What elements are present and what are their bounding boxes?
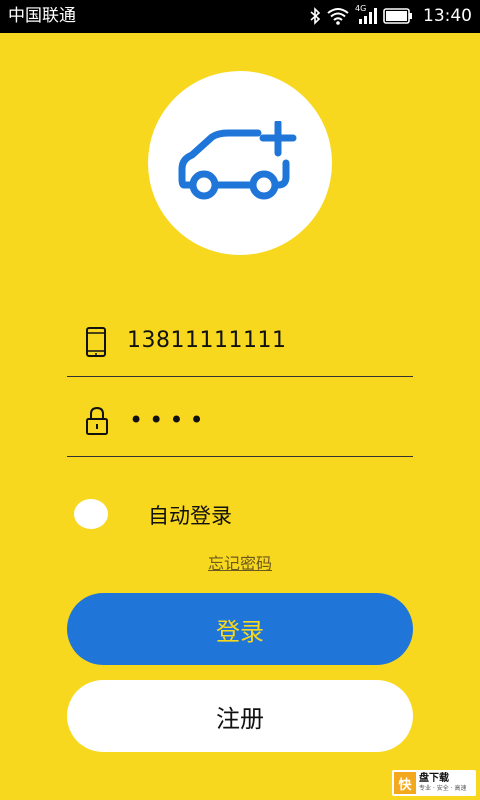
watermark-mark: 快 xyxy=(394,772,416,794)
forgot-password-link[interactable]: 忘记密码 xyxy=(0,550,480,574)
cellular-signal-icon: 4G xyxy=(355,4,377,25)
login-button[interactable]: 登录 xyxy=(67,593,413,665)
battery-icon xyxy=(383,8,413,24)
password-input[interactable]: •••• xyxy=(129,406,210,434)
watermark-title: 盘下载 xyxy=(419,773,449,784)
bluetooth-icon xyxy=(309,7,321,25)
car-plus-icon xyxy=(178,119,302,205)
network-type-label: 4G xyxy=(355,4,367,13)
auto-login-toggle[interactable] xyxy=(74,499,108,529)
lock-icon xyxy=(85,406,109,440)
register-button[interactable]: 注册 xyxy=(67,680,413,752)
status-indicators: 4G 13:40 xyxy=(309,4,472,28)
watermark-subtitle: 专业 · 安全 · 高速 xyxy=(419,785,467,792)
wifi-icon xyxy=(327,7,349,25)
auto-login-label: 自动登录 xyxy=(148,504,232,528)
password-field[interactable]: •••• xyxy=(67,396,413,457)
carrier-name: 中国联通 xyxy=(8,6,76,26)
clock: 13:40 xyxy=(423,6,472,26)
watermark-text: 盘下载 专业 · 安全 · 高速 xyxy=(419,773,466,793)
app-logo xyxy=(148,71,332,255)
status-bar: 中国联通 4G 13:40 xyxy=(0,0,480,33)
phone-field[interactable]: 13811111111 xyxy=(67,316,413,377)
phone-icon xyxy=(85,326,107,362)
phone-input[interactable]: 13811111111 xyxy=(127,328,286,353)
watermark: 快 盘下载 专业 · 安全 · 高速 xyxy=(392,770,476,796)
